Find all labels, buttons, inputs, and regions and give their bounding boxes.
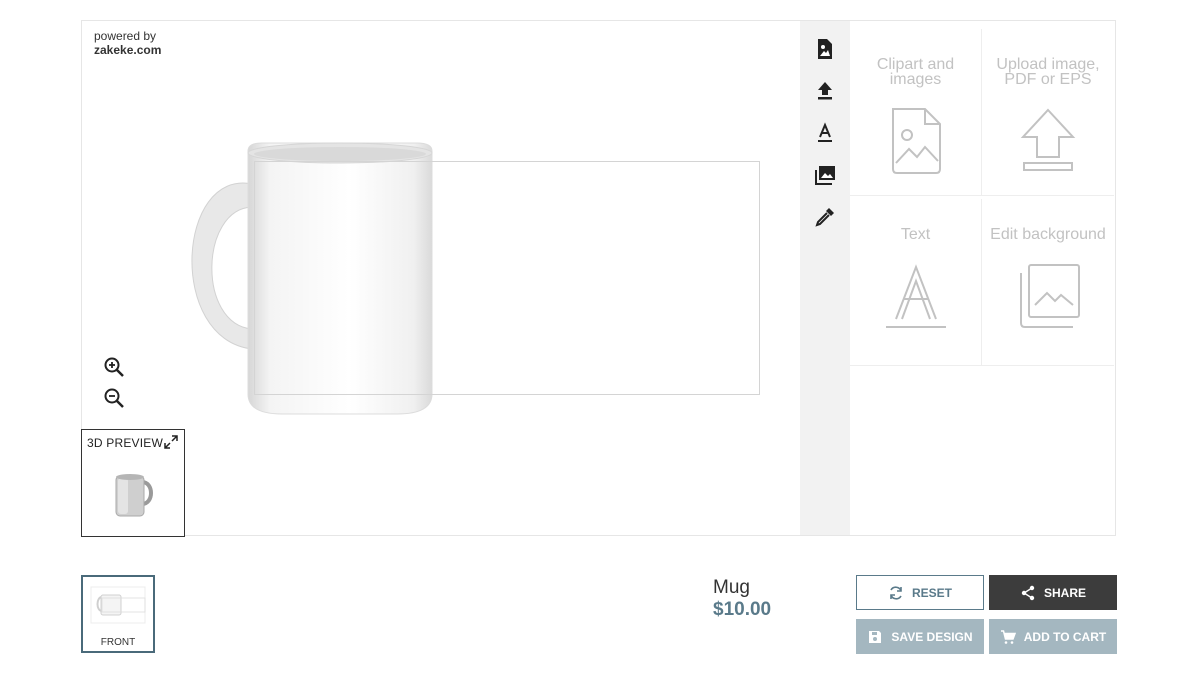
background-icon xyxy=(1020,264,1080,328)
text-icon[interactable] xyxy=(813,121,837,145)
upload-tile-label: Upload image, PDF or EPS xyxy=(996,56,1100,88)
letter-a-icon xyxy=(886,264,946,328)
expand-icon[interactable] xyxy=(164,435,178,449)
add-to-cart-button[interactable]: ADD TO CART xyxy=(989,619,1117,654)
tools-panel: Clipart and images Upload image, PDF or … xyxy=(850,21,1115,535)
designer-editor: powered by zakeke.com 3D PREVIEW Clipart… xyxy=(81,20,1116,537)
product-name: Mug xyxy=(713,577,750,598)
save-design-button-label: SAVE DESIGN xyxy=(891,629,973,644)
text-tile[interactable]: Text xyxy=(850,199,982,366)
share-button-label: SHARE xyxy=(1043,585,1086,600)
share-icon xyxy=(1021,585,1035,600)
3d-preview-label: 3D PREVIEW xyxy=(87,436,164,450)
side-label-front: FRONT xyxy=(100,637,136,648)
zoom-in-icon[interactable] xyxy=(102,355,126,379)
tool-sidebar xyxy=(800,21,850,535)
clipart-image-icon[interactable] xyxy=(813,37,837,61)
add-to-cart-button-label: ADD TO CART xyxy=(1023,629,1107,644)
reset-button[interactable]: RESET xyxy=(856,575,984,610)
share-button[interactable]: SHARE xyxy=(989,575,1117,610)
edit-background-tile-label: Edit background xyxy=(990,226,1106,243)
print-area-outline[interactable] xyxy=(254,161,760,395)
product-price: $10.00 xyxy=(713,599,772,620)
zoom-out-icon[interactable] xyxy=(102,386,126,410)
upload-tile[interactable]: Upload image, PDF or EPS xyxy=(982,29,1114,196)
3d-mug-thumbnail xyxy=(115,474,153,517)
eyedropper-icon[interactable] xyxy=(813,205,837,229)
edit-background-tile[interactable]: Edit background xyxy=(982,199,1114,366)
upload-arrow-icon xyxy=(1020,108,1076,171)
side-thumbnail-front[interactable]: FRONT xyxy=(81,575,155,653)
cart-icon xyxy=(1000,629,1016,644)
3d-preview-panel[interactable]: 3D PREVIEW xyxy=(81,429,185,537)
save-icon xyxy=(869,630,882,643)
save-design-button[interactable]: SAVE DESIGN xyxy=(856,619,984,654)
text-tile-label: Text xyxy=(900,226,931,243)
refresh-icon xyxy=(890,585,902,600)
front-side-mug-thumbnail xyxy=(90,586,146,624)
design-canvas[interactable] xyxy=(82,21,800,535)
image-file-icon xyxy=(892,108,941,174)
clipart-tile[interactable]: Clipart and images xyxy=(850,29,982,196)
upload-icon[interactable] xyxy=(813,79,837,103)
clipart-tile-label: Clipart and images xyxy=(876,56,955,88)
background-images-icon[interactable] xyxy=(813,163,837,187)
reset-button-label: RESET xyxy=(911,585,952,600)
